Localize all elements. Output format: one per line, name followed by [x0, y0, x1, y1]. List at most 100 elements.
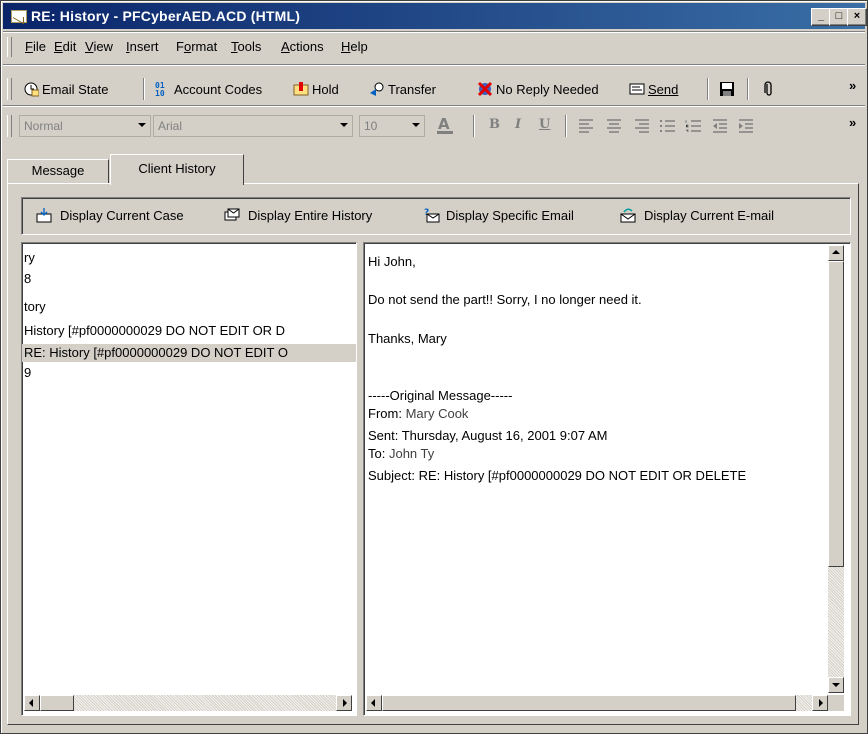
vertical-scrollbar[interactable]	[828, 245, 844, 693]
scroll-thumb[interactable]	[40, 695, 74, 711]
tab-client-history[interactable]: Client History	[110, 154, 244, 185]
specific-email-icon: ?	[424, 207, 440, 223]
hold-label: Hold	[312, 81, 339, 97]
menu-edit[interactable]: Edit	[54, 39, 76, 54]
scroll-down-button[interactable]	[828, 677, 844, 693]
entire-history-label: Display Entire History	[248, 207, 373, 223]
current-email-label: Display Current E-mail	[644, 207, 775, 223]
hold-button[interactable]: Hold	[293, 79, 339, 99]
format-toolbar-overflow-button[interactable]: »	[849, 112, 856, 132]
chevron-down-icon	[138, 123, 146, 127]
no-reply-label: No Reply Needed	[496, 81, 599, 97]
tree-item[interactable]: ry	[24, 249, 35, 267]
style-value: Normal	[24, 119, 63, 133]
to-label: To:	[368, 446, 386, 461]
account-codes-icon: 01 10	[155, 81, 171, 98]
scroll-up-button[interactable]	[828, 245, 844, 261]
application-window: RE: History - PFCyberAED.ACD (HTML) _ □ …	[0, 0, 868, 734]
arrow-right-icon	[343, 699, 347, 707]
toolbar-grip[interactable]	[7, 78, 12, 100]
send-icon	[629, 81, 645, 97]
tree-item[interactable]: History [#pf0000000029 DO NOT EDIT OR D	[24, 322, 285, 340]
font-size-dropdown[interactable]: 10	[359, 115, 425, 137]
account-codes-label: Account Codes	[174, 81, 263, 97]
format-toolbar-grip[interactable]	[7, 115, 12, 137]
scroll-right-button[interactable]	[812, 695, 828, 711]
menu-help[interactable]: Help	[341, 39, 368, 54]
scroll-left-button[interactable]	[24, 695, 40, 711]
display-specific-email-button[interactable]: ? Display Specific Email	[424, 207, 574, 223]
to-value: John Ty	[388, 446, 435, 461]
menu-tools[interactable]: Tools	[231, 39, 261, 54]
maximize-button[interactable]: □	[829, 8, 849, 26]
tree-item-selected[interactable]: RE: History [#pf0000000029 DO NOT EDIT O	[22, 344, 356, 362]
message-signoff: Thanks, Mary	[368, 331, 447, 346]
account-codes-button[interactable]: 01 10 Account Codes	[155, 79, 262, 99]
scroll-right-button[interactable]	[336, 695, 352, 711]
main-toolbar: Email State 01 10 Account Codes Hold Tran…	[3, 75, 865, 101]
numbered-list-icon	[685, 120, 701, 132]
tree-item[interactable]: 9	[24, 364, 31, 382]
menubar-grip[interactable]	[7, 37, 12, 57]
divider	[3, 64, 865, 66]
italic-button[interactable]: I	[515, 117, 521, 132]
scroll-left-button[interactable]	[366, 695, 382, 711]
display-current-email-button[interactable]: Display Current E-mail	[620, 207, 774, 223]
horizontal-scrollbar[interactable]	[24, 695, 352, 711]
arrow-left-icon	[29, 699, 33, 707]
tree-item[interactable]: 8	[24, 270, 31, 288]
font-color-button[interactable]: A	[435, 115, 455, 139]
font-color-icon: A	[437, 115, 453, 134]
align-left-button[interactable]	[577, 118, 595, 138]
align-right-button[interactable]	[633, 118, 651, 138]
toolbar-separator	[473, 115, 475, 137]
arrow-right-icon	[819, 699, 823, 707]
send-button[interactable]: Send	[629, 79, 678, 99]
font-dropdown[interactable]: Arial	[153, 115, 353, 137]
align-left-icon	[579, 119, 593, 133]
increase-indent-button[interactable]	[737, 118, 755, 138]
window-title: RE: History - PFCyberAED.ACD (HTML)	[31, 8, 301, 24]
save-button[interactable]	[719, 79, 738, 99]
menu-file[interactable]: File	[25, 39, 46, 54]
scroll-thumb[interactable]	[828, 261, 844, 567]
menu-view[interactable]: View	[85, 39, 113, 54]
tree-item[interactable]: tory	[24, 298, 46, 316]
toolbar-separator	[747, 78, 749, 100]
specific-email-label: Display Specific Email	[446, 207, 574, 223]
message-body: Do not send the part!! Sorry, I no longe…	[368, 292, 642, 307]
decrease-indent-button[interactable]	[711, 118, 729, 138]
no-reply-needed-button[interactable]: No Reply Needed	[477, 79, 599, 99]
email-state-button[interactable]: Email State	[23, 79, 108, 99]
transfer-button[interactable]: Transfer	[369, 79, 436, 99]
arrow-down-icon	[832, 683, 840, 687]
horizontal-scrollbar[interactable]	[366, 695, 828, 711]
style-dropdown[interactable]: Normal	[19, 115, 151, 137]
tab-message[interactable]: Message	[7, 159, 109, 184]
chevron-down-icon	[412, 123, 420, 127]
history-tree-pane[interactable]: ry 8 tory History [#pf0000000029 DO NOT …	[21, 242, 357, 716]
attach-button[interactable]	[761, 79, 780, 99]
menu-insert[interactable]: Insert	[126, 39, 159, 54]
scroll-thumb[interactable]	[382, 695, 796, 711]
menu-actions[interactable]: Actions	[281, 39, 324, 54]
message-preview-pane[interactable]: Hi John, Do not send the part!! Sorry, I…	[363, 242, 851, 716]
font-size-value: 10	[364, 119, 378, 133]
numbered-list-button[interactable]	[685, 118, 703, 138]
underline-button[interactable]: U	[539, 117, 550, 132]
toolbar-overflow-button[interactable]: »	[849, 75, 856, 95]
svg-text:A: A	[438, 115, 450, 133]
chevron-down-icon	[340, 123, 348, 127]
bold-button[interactable]: B	[489, 117, 500, 132]
menu-format[interactable]: Format	[176, 39, 217, 54]
display-current-case-button[interactable]: Display Current Case	[36, 207, 184, 223]
arrow-up-icon	[832, 250, 840, 254]
minimize-button[interactable]: _	[811, 8, 831, 26]
bullet-list-button[interactable]	[659, 118, 677, 138]
align-center-button[interactable]	[605, 118, 623, 138]
transfer-icon	[369, 81, 385, 97]
title-bar[interactable]: RE: History - PFCyberAED.ACD (HTML) _ □ …	[3, 3, 867, 29]
display-entire-history-button[interactable]: Display Entire History	[224, 207, 372, 223]
close-button[interactable]: ×	[847, 8, 867, 26]
history-toolbar: Display Current Case Display Entire Hist…	[21, 197, 851, 235]
